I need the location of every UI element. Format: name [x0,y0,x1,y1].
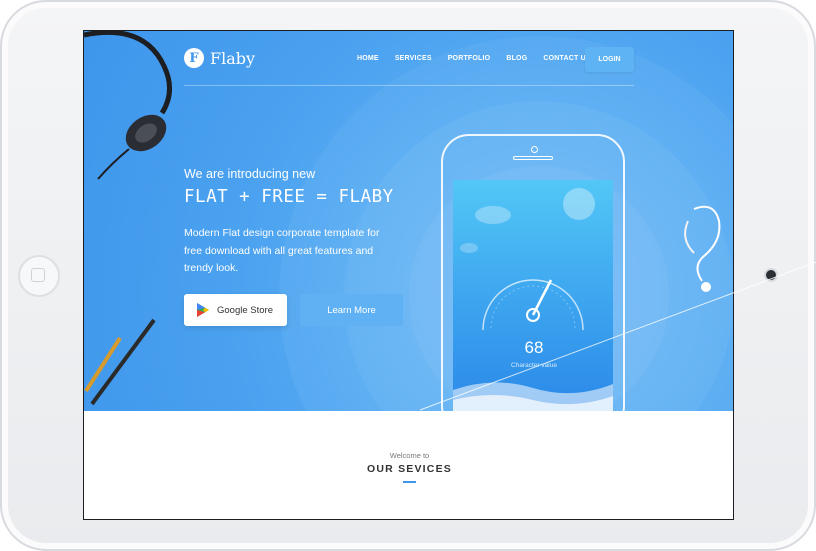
services-title: OUR SEVICES [367,463,452,475]
gauge-label: Character value [511,362,557,369]
nav-item-home[interactable]: HOME [357,55,379,62]
tablet-home-button [18,255,60,297]
website-screen: F Flaby HOME SERVICES PORTFOLIO BLOG CON… [83,30,734,520]
nav-item-services[interactable]: SERVICES [395,55,432,62]
tablet-camera [766,270,776,280]
google-store-label: Google Store [217,304,273,316]
learn-more-button[interactable]: Learn More [300,294,403,326]
headphones-icon [84,31,172,180]
services-welcome: Welcome to [389,451,430,460]
hero-section: F Flaby HOME SERVICES PORTFOLIO BLOG CON… [84,31,733,411]
logo[interactable]: F Flaby [184,48,255,68]
hero-description: Modern Flat design corporate template fo… [184,227,380,274]
gauge-graphic [453,188,613,411]
pencil-icon [84,318,156,406]
phone-screen: 68 Character value [453,180,613,411]
phone-illustration: 68 Character value [441,134,625,411]
google-store-button[interactable]: Google Store [184,294,287,326]
hero-intro: We are introducing new [184,167,316,181]
nav-item-blog[interactable]: BLOG [506,55,527,62]
play-store-icon [197,303,209,317]
hero-headline: FLAT + FREE = FLABY [184,187,394,207]
logo-mark: F [184,48,204,68]
logo-text: Flaby [210,48,256,68]
login-button[interactable]: LOGIN [585,47,634,72]
gauge-value: 68 [524,338,544,357]
services-section: Welcome to OUR SEVICES [84,411,733,519]
services-underline [403,481,416,483]
main-nav: HOME SERVICES PORTFOLIO BLOG CONTACT US [357,55,607,62]
nav-item-portfolio[interactable]: PORTFOLIO [448,55,491,62]
nav-divider [184,85,634,86]
nav-item-contact[interactable]: CONTACT US [543,55,590,62]
earphones-icon [684,205,721,292]
